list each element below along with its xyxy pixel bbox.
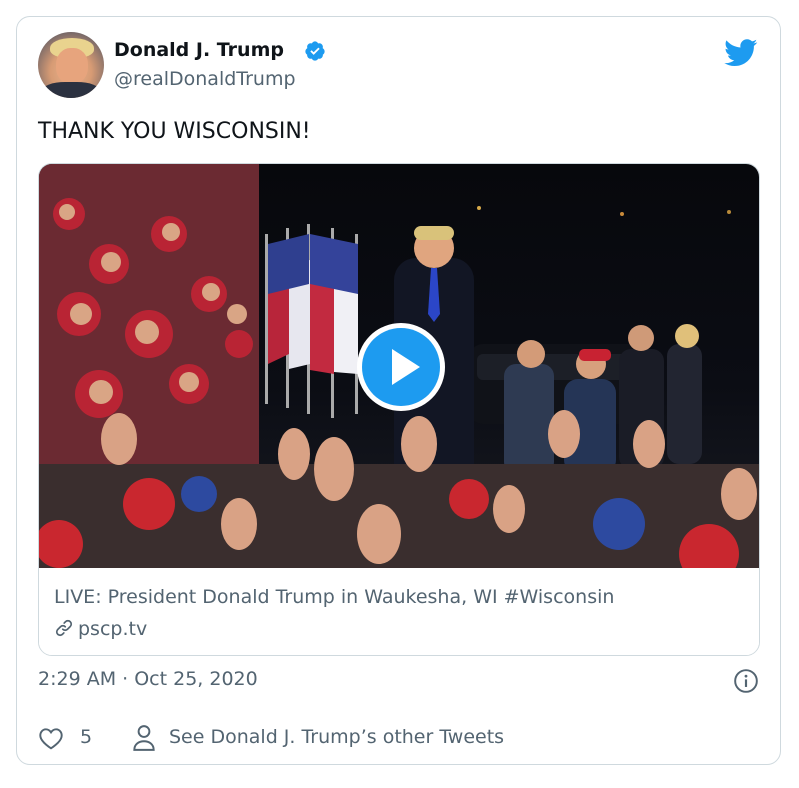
author-handle[interactable]: @realDonaldTrump — [114, 68, 296, 90]
tweet-card[interactable]: Donald J. Trump @realDonaldTrump THANK Y… — [16, 16, 781, 765]
see-other-tweets-link[interactable]: See Donald J. Trump’s other Tweets — [169, 726, 504, 748]
video-thumbnail[interactable] — [39, 164, 759, 568]
avatar[interactable] — [38, 32, 104, 98]
media-card[interactable]: LIVE: President Donald Trump in Waukesha… — [38, 163, 760, 656]
avatar-suit — [42, 82, 100, 98]
twitter-bird-icon[interactable] — [724, 39, 758, 67]
media-link[interactable]: pscp.tv — [54, 618, 147, 640]
tweet-timestamp[interactable]: 2:29 AM · Oct 25, 2020 — [38, 668, 258, 690]
media-meta[interactable]: LIVE: President Donald Trump in Waukesha… — [39, 568, 759, 655]
info-icon[interactable] — [733, 668, 759, 694]
play-icon-circle — [362, 328, 440, 406]
person-icon — [133, 725, 155, 751]
heart-icon[interactable] — [38, 726, 64, 750]
media-link-text: pscp.tv — [78, 618, 148, 640]
avatar-face — [56, 48, 88, 84]
link-icon — [55, 619, 73, 637]
tweet-actions: 5 See Donald J. Trump’s other Tweets — [38, 724, 758, 754]
tweet-text: THANK YOU WISCONSIN! — [38, 119, 311, 144]
author-name[interactable]: Donald J. Trump — [114, 39, 284, 61]
verified-badge-icon — [305, 41, 325, 61]
play-button[interactable] — [357, 323, 445, 411]
media-title[interactable]: LIVE: President Donald Trump in Waukesha… — [54, 586, 614, 608]
like-count[interactable]: 5 — [80, 726, 92, 748]
play-icon — [392, 349, 420, 385]
